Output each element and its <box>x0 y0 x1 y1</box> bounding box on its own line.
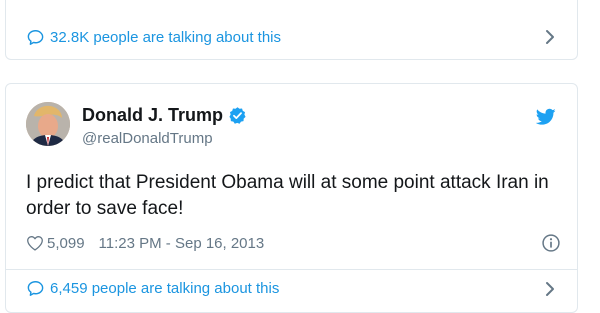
chevron-right-icon[interactable] <box>545 281 555 297</box>
tweet-card: Donald J. Trump @realDonaldTrump I predi… <box>5 83 578 313</box>
avatar-image <box>26 102 70 146</box>
info-icon[interactable] <box>541 233 561 253</box>
tweet-meta: 5,099 11:23 PM - Sep 16, 2013 <box>26 232 561 254</box>
author-name[interactable]: Donald J. Trump <box>82 105 247 126</box>
speech-bubble-icon <box>27 281 44 296</box>
timestamp[interactable]: 11:23 PM - Sep 16, 2013 <box>99 235 265 252</box>
author-handle[interactable]: @realDonaldTrump <box>82 130 213 147</box>
author-name-text: Donald J. Trump <box>82 105 224 125</box>
like-count[interactable]: 5,099 <box>47 235 85 252</box>
verified-badge-icon <box>229 107 246 124</box>
conversation-link[interactable]: 6,459 people are talking about this <box>6 269 577 307</box>
conversation-link[interactable]: 32.8K people are talking about this <box>6 18 577 56</box>
avatar[interactable] <box>26 102 70 146</box>
speech-bubble-icon <box>27 29 44 45</box>
heart-icon[interactable] <box>26 235 44 251</box>
conversation-count-text: 32.8K people are talking about this <box>50 28 281 46</box>
tweet-text: I predict that President Obama will at s… <box>26 172 549 219</box>
conversation-count-text: 6,459 people are talking about this <box>50 280 280 297</box>
tweet-header: Donald J. Trump @realDonaldTrump <box>26 102 566 150</box>
twitter-bird-icon[interactable] <box>536 108 556 126</box>
chevron-right-icon[interactable] <box>545 29 555 45</box>
tweet-card-previous: 32.8K people are talking about this <box>5 0 578 60</box>
